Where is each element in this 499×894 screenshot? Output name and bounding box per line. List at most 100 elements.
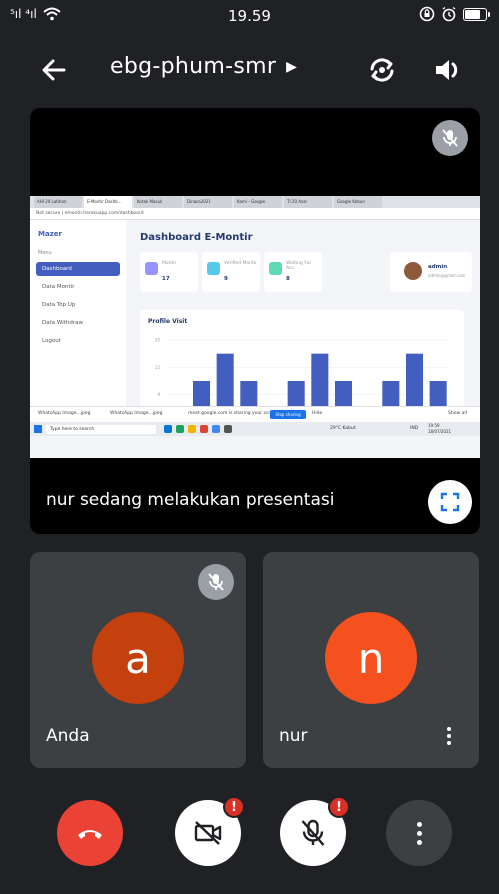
volume-up-icon: [436, 60, 458, 80]
stat-value: 17: [162, 276, 170, 282]
y-tick-label: 15: [155, 365, 161, 370]
browser-tab: Kami - Google: [234, 196, 282, 208]
admin-avatar: [404, 262, 422, 280]
chart-title: Profile Visit: [148, 318, 188, 325]
download-item: WhatsApp Image...jpeg: [110, 411, 163, 416]
brand-logo: Mazer: [38, 230, 62, 238]
mic-off-icon: [442, 129, 458, 147]
taskbar-app-icon: [176, 425, 184, 433]
dot: [447, 727, 451, 731]
participant-more-options-button[interactable]: [435, 722, 463, 750]
taskbar-search: Type here to search: [46, 425, 156, 434]
shared-screen: AHI 20 Latihan E-Montir Dashb... Kotak Mas…: [30, 196, 480, 458]
mic-off-icon: [301, 819, 325, 846]
participant-tile-self[interactable]: a Anda: [30, 552, 246, 768]
taskbar-app-icon: [212, 425, 220, 433]
stat-icon: [269, 262, 282, 275]
stop-sharing-button: Stop sharing: [270, 410, 306, 419]
switch-camera-button[interactable]: [364, 52, 400, 88]
dot: [447, 741, 451, 745]
windows-taskbar: Type here to search 29°C Kabut IND 19:59…: [30, 422, 480, 436]
participant-name: nur: [279, 726, 308, 746]
presenter-mic-off-badge: [432, 120, 468, 156]
share-notice: meet.google.com is sharing your screen: [188, 411, 279, 416]
taskbar-app-icon: [200, 425, 208, 433]
alarm-icon: [442, 6, 456, 22]
stat-card-montir: Montir 17: [140, 252, 198, 292]
taskbar-date: 18/07/2021: [428, 429, 452, 434]
y-tick-label: 20: [155, 338, 161, 343]
meeting-title-button[interactable]: ebg-phum-smr ▶: [110, 54, 297, 79]
admin-card: admin admin@gmail.com: [390, 252, 472, 292]
browser-url-bar: Not secure | emontir.herokuapp.com/dashb…: [30, 208, 480, 220]
rotation-lock-icon: [419, 6, 435, 22]
stat-card-verified: Verified Montir 9: [202, 252, 260, 292]
taskbar-app-icon: [224, 425, 232, 433]
status-right: [419, 6, 490, 22]
browser-tab: AHI 20 Latihan: [34, 196, 82, 208]
meeting-title: ebg-phum-smr: [110, 54, 277, 79]
dot: [447, 734, 451, 738]
presentation-tile[interactable]: AHI 20 Latihan E-Montir Dashb... Kotak Mas…: [30, 108, 480, 534]
participant-mic-off-badge: [198, 564, 234, 600]
end-call-button[interactable]: [57, 800, 123, 866]
meeting-top-bar: ebg-phum-smr ▶: [0, 40, 499, 96]
stat-card-waiting: Waiting For Acc 8: [264, 252, 322, 292]
switch-camera-icon: [370, 58, 394, 82]
menu-item-logout: Logout: [42, 338, 61, 344]
browser-tab: Google Kebun: [334, 196, 382, 208]
stat-value: 9: [224, 276, 228, 282]
menu-label: Menu: [38, 250, 52, 256]
show-all-button: Show all: [448, 411, 467, 416]
stat-label: Montir: [162, 261, 177, 266]
menu-item-dashboard: Dashboard: [36, 262, 120, 276]
browser-tab: Kotak Masuk: [134, 196, 182, 208]
dashboard-sidebar: Mazer Menu Dashboard Data Montir Data To…: [30, 220, 126, 406]
download-bar: WhatsApp Image...jpeg WhatsApp Image...j…: [30, 406, 480, 422]
admin-email: admin@gmail.com: [428, 273, 466, 278]
menu-item-data-montir: Data Montir: [42, 284, 75, 290]
taskbar-app-icon: [188, 425, 196, 433]
hide-button: Hide: [312, 411, 323, 416]
stat-label: Verified Montir: [224, 261, 257, 266]
taskbar-time: 19:59: [428, 423, 440, 428]
presentation-label: nur sedang melakukan presentasi: [46, 490, 335, 510]
menu-item-data-top-up: Data Top Up: [42, 302, 76, 308]
audio-output-button[interactable]: [430, 52, 466, 88]
taskbar-lang: IND: [410, 426, 419, 431]
menu-item-data-withdraw: Data Withdraw: [42, 320, 83, 326]
more-options-button[interactable]: [386, 800, 452, 866]
call-end-icon: [78, 830, 102, 839]
y-tick-label: 9: [157, 392, 160, 397]
fullscreen-button[interactable]: [428, 480, 472, 524]
browser-tab: E-Montir Dashb...: [84, 196, 132, 208]
taskbar-app-icon: [164, 425, 172, 433]
browser-tab-bar: AHI 20 Latihan E-Montir Dashb... Kotak Mas…: [30, 196, 480, 208]
stat-label: Waiting For Acc: [286, 261, 312, 271]
windows-start-icon: [34, 425, 42, 433]
stat-icon: [145, 262, 158, 275]
fullscreen-icon: [440, 492, 460, 512]
browser-tab: Dinasa2021: [184, 196, 232, 208]
browser-tab: TI 20 Asal: [284, 196, 332, 208]
taskbar-weather: 29°C Kabut: [330, 426, 356, 431]
battery-icon: [463, 7, 490, 21]
mic-warning-badge: !: [328, 796, 350, 818]
videocam-off-icon: [194, 821, 222, 845]
participant-avatar: n: [325, 612, 417, 704]
stat-value: 8: [286, 276, 290, 282]
participant-tile-nur[interactable]: n nur: [263, 552, 479, 768]
more-vert-icon: [416, 821, 422, 845]
participant-name: Anda: [46, 726, 90, 746]
back-button[interactable]: [36, 52, 72, 88]
arrow-back-icon: [42, 59, 66, 81]
chevron-right-icon: ▶: [286, 58, 298, 75]
camera-warning-badge: !: [223, 796, 245, 818]
participant-avatar: a: [92, 612, 184, 704]
stat-icon: [207, 262, 220, 275]
mic-off-icon: [208, 573, 224, 591]
dashboard-title: Dashboard E-Montir: [140, 232, 253, 243]
status-bar: ⁵ıl ⁴ıl 19.59: [0, 0, 499, 30]
admin-name: admin: [428, 264, 448, 270]
download-item: WhatsApp Image...jpeg: [38, 411, 91, 416]
